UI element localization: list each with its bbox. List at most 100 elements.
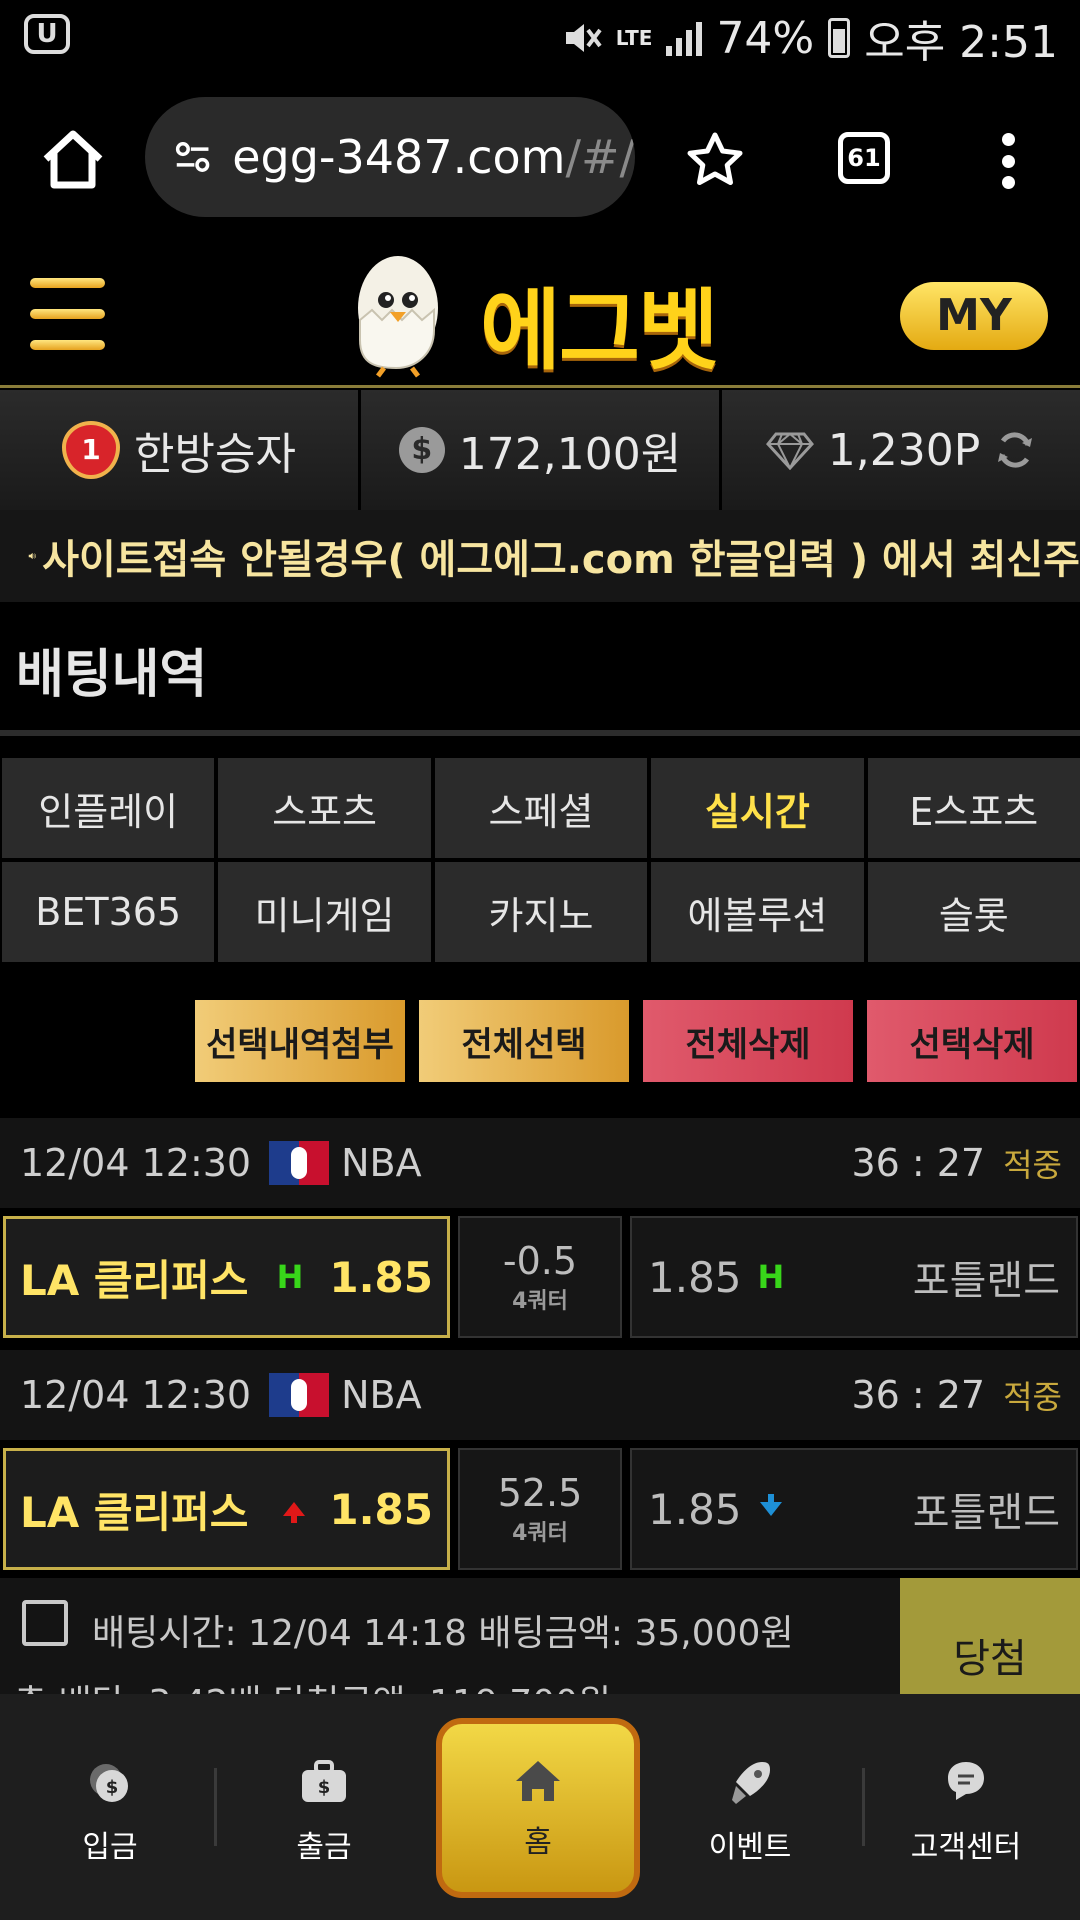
nav-support[interactable]: 고객센터 bbox=[876, 1756, 1056, 1886]
status-icons: LTE 74% 오후 2:51 bbox=[562, 8, 1058, 68]
bet-header: 12/04 12:30 NBA 36 : 27 적중 bbox=[0, 1350, 1080, 1440]
speaker-icon bbox=[28, 552, 36, 560]
svg-text:$: $ bbox=[318, 1777, 331, 1798]
browser-toolbar: egg-3487.com/#/ 61 bbox=[0, 75, 1080, 240]
delete-all-button[interactable]: 전체삭제 bbox=[643, 1000, 853, 1082]
deposit-coin-icon: $ bbox=[90, 1764, 128, 1802]
away-odds: 1.85 bbox=[648, 1252, 742, 1302]
handicap-value: 52.5 bbox=[497, 1471, 583, 1515]
tab-minigame[interactable]: 미니게임 bbox=[218, 862, 431, 962]
home-team: LA 클리퍼스 bbox=[20, 1487, 249, 1537]
tab-live[interactable]: 실시간 bbox=[651, 758, 864, 858]
handicap-box: -0.5 4쿼터 bbox=[458, 1216, 622, 1338]
balance-amount: 172,100원 bbox=[458, 429, 682, 480]
handicap-period: 4쿼터 bbox=[512, 1289, 568, 1314]
points-cell[interactable]: 1,230P bbox=[722, 390, 1080, 510]
rank-badge-icon: 1 bbox=[62, 421, 121, 479]
tab-switcher-button[interactable]: 61 bbox=[838, 132, 890, 184]
site-settings-icon[interactable] bbox=[175, 137, 210, 177]
away-pick[interactable]: 1.85 포틀랜드 bbox=[630, 1448, 1078, 1570]
bottom-navigation: $ 입금 $ 출금 홈 이벤트 고객센터 bbox=[0, 1694, 1080, 1920]
clock: 오후 2:51 bbox=[864, 17, 1058, 68]
status-bar: U LTE 74% 오후 2:51 bbox=[0, 0, 1080, 75]
nav-event[interactable]: 이벤트 bbox=[660, 1756, 840, 1886]
handicap-box: 52.5 4쿼터 bbox=[458, 1448, 622, 1570]
refresh-icon[interactable] bbox=[994, 429, 1036, 471]
away-team: 포틀랜드 bbox=[912, 1258, 1060, 1304]
home-pick-selected[interactable]: LA 클리퍼스 H 1.85 bbox=[3, 1216, 450, 1338]
app-notification-icon: U bbox=[24, 14, 70, 54]
bet-status: 적중 bbox=[1003, 1146, 1062, 1184]
nickname: 한방승자 bbox=[134, 429, 296, 480]
page-title: 배팅내역 bbox=[16, 645, 208, 705]
home-icon bbox=[516, 1761, 560, 1801]
nav-divider bbox=[214, 1768, 217, 1846]
network-label: LTE bbox=[615, 26, 653, 50]
nav-withdraw[interactable]: $ 출금 bbox=[234, 1756, 414, 1886]
nav-event-label: 이벤트 bbox=[708, 1830, 792, 1865]
svg-text:$: $ bbox=[106, 1777, 119, 1798]
result-badge: 당첨 bbox=[900, 1578, 1080, 1694]
odds-up-arrow-icon bbox=[283, 1502, 306, 1523]
title-divider bbox=[0, 730, 1080, 736]
delete-selected-button[interactable]: 선택삭제 bbox=[867, 1000, 1077, 1082]
bet-score: 36 : 27 bbox=[851, 1141, 986, 1185]
tab-esports[interactable]: E스포츠 bbox=[867, 758, 1080, 858]
bet-row: LA 클리퍼스 1.85 52.5 4쿼터 1.85 포틀랜드 bbox=[0, 1440, 1080, 1582]
brand-logo-text[interactable]: 에그벳 bbox=[480, 260, 719, 387]
tab-evolution[interactable]: 에볼루션 bbox=[651, 862, 864, 962]
home-odds: 1.85 bbox=[329, 1484, 433, 1534]
rocket-icon bbox=[732, 1762, 770, 1804]
tab-sports[interactable]: 스포츠 bbox=[218, 758, 431, 858]
bet-summary: 배팅시간: 12/04 14:18 배팅금액: 35,000원 총 배당: 3.… bbox=[0, 1578, 1080, 1694]
diamond-icon bbox=[765, 432, 814, 470]
notice-text: 사이트접속 안될경우( 에그에그.com 한글입력 ) 에서 최신주 bbox=[42, 537, 1080, 583]
home-odds-wrap: 1.85 bbox=[283, 1485, 433, 1534]
tab-slot[interactable]: 슬롯 bbox=[867, 862, 1080, 962]
bet-history-list: 12/04 12:30 NBA 36 : 27 적중 LA 클리퍼스 H 1.8… bbox=[0, 1118, 1080, 1582]
bet-datetime: 12/04 12:30 bbox=[20, 1373, 252, 1417]
attach-selected-button[interactable]: 선택내역첨부 bbox=[195, 1000, 405, 1082]
tab-casino[interactable]: 카지노 bbox=[434, 862, 648, 962]
battery-percent: 74% bbox=[716, 12, 815, 64]
user-rank-cell[interactable]: 1 한방승자 bbox=[0, 390, 361, 510]
nav-home[interactable]: 홈 bbox=[436, 1718, 640, 1898]
balance-cell[interactable]: $ 172,100원 bbox=[361, 390, 722, 510]
select-all-button[interactable]: 전체선택 bbox=[419, 1000, 629, 1082]
tab-bet365[interactable]: BET365 bbox=[2, 862, 215, 962]
home-pick-selected[interactable]: LA 클리퍼스 1.85 bbox=[3, 1448, 450, 1570]
menu-hamburger-icon[interactable] bbox=[30, 278, 105, 350]
nba-logo-icon bbox=[269, 1141, 330, 1185]
away-indicator: H bbox=[757, 1258, 785, 1296]
tab-special[interactable]: 스페셜 bbox=[434, 758, 648, 858]
away-odds: 1.85 bbox=[648, 1484, 742, 1534]
nav-deposit-label: 입금 bbox=[82, 1830, 138, 1865]
bet-time-amount: 배팅시간: 12/04 14:18 배팅금액: 35,000원 bbox=[92, 1613, 794, 1654]
address-bar[interactable]: egg-3487.com/#/ bbox=[145, 97, 635, 217]
home-team: LA 클리퍼스 bbox=[20, 1255, 249, 1305]
my-page-button[interactable]: MY bbox=[900, 282, 1048, 350]
url-domain: egg-3487.com bbox=[232, 130, 566, 184]
odds-down-arrow-icon bbox=[759, 1494, 782, 1516]
select-bet-checkbox[interactable] bbox=[22, 1600, 68, 1646]
signal-icon bbox=[666, 20, 703, 56]
nav-deposit[interactable]: $ 입금 bbox=[20, 1756, 200, 1886]
tab-inplay[interactable]: 인플레이 bbox=[2, 758, 215, 858]
url-text: egg-3487.com/#/ bbox=[232, 130, 635, 184]
home-odds-wrap: H 1.85 bbox=[277, 1253, 433, 1302]
league-name: NBA bbox=[341, 1141, 422, 1185]
home-indicator: H bbox=[276, 1258, 304, 1296]
egg-mascot-logo bbox=[358, 256, 438, 378]
mute-icon bbox=[565, 24, 602, 52]
away-pick[interactable]: 1.85 H 포틀랜드 bbox=[630, 1216, 1078, 1338]
briefcase-icon: $ bbox=[302, 1760, 346, 1802]
battery-icon bbox=[828, 18, 851, 58]
bet-row: LA 클리퍼스 H 1.85 -0.5 4쿼터 1.85 H 포틀랜드 bbox=[0, 1208, 1080, 1350]
browser-home-icon[interactable] bbox=[38, 125, 108, 195]
bookmark-star-icon[interactable] bbox=[685, 130, 745, 190]
away-team: 포틀랜드 bbox=[912, 1490, 1060, 1536]
points-amount: 1,230P bbox=[827, 424, 981, 476]
browser-menu-icon[interactable] bbox=[998, 133, 1018, 189]
home-odds: 1.85 bbox=[329, 1252, 433, 1302]
nav-withdraw-label: 출금 bbox=[296, 1830, 352, 1865]
